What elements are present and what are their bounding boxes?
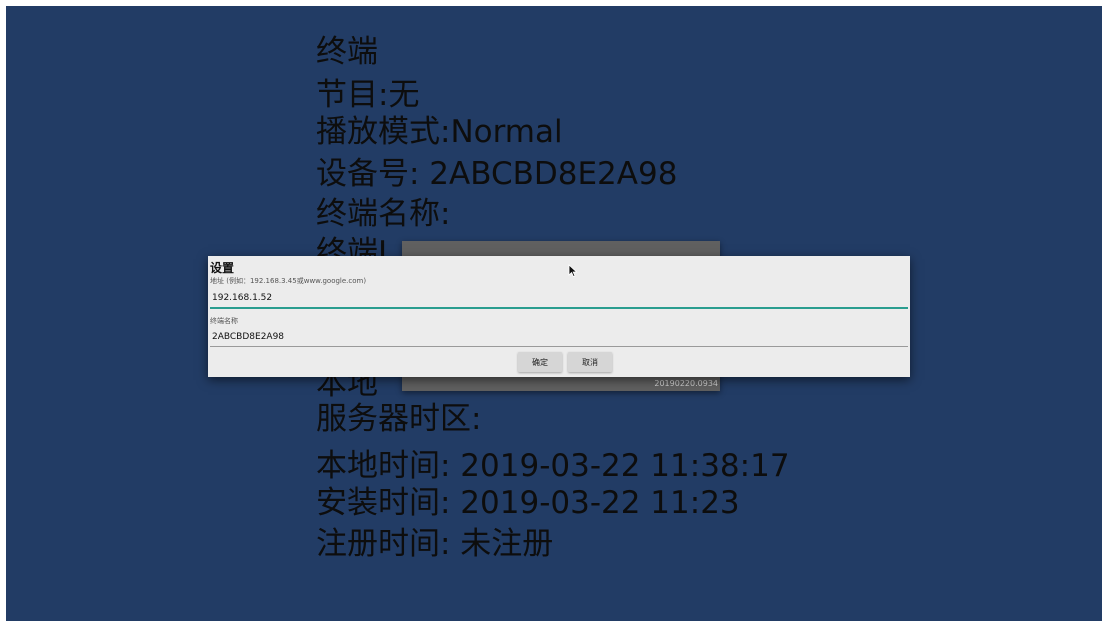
mouse-pointer-icon [568, 264, 578, 278]
info-device-id: 设备号: 2ABCBD8E2A98 [316, 156, 678, 192]
cancel-button[interactable]: 取消 [568, 352, 612, 372]
version-text: 20190220.0934 [654, 379, 718, 388]
screen: 终端 节目:无 播放模式:Normal 设备号: 2ABCBD8E2A98 终端… [6, 6, 1102, 621]
info-register-time: 注册时间: 未注册 [316, 526, 554, 562]
dialog-title: 设置 [210, 261, 235, 275]
terminal-name-input[interactable] [210, 329, 911, 345]
info-terminal-name: 终端名称: [316, 196, 451, 232]
info-install-time: 安装时间: 2019-03-22 11:23 [316, 485, 740, 521]
terminal-name-label: 终端名称 [210, 317, 238, 325]
info-local-time: 本地时间: 2019-03-22 11:38:17 [316, 448, 790, 484]
confirm-button[interactable]: 确定 [518, 352, 562, 372]
info-program: 节目:无 [316, 77, 420, 113]
address-label: 地址 (例如：192.168.3.45或www.google.com) [210, 277, 367, 285]
info-server-timezone: 服务器时区: [316, 401, 482, 437]
address-input[interactable] [210, 290, 911, 306]
terminal-name-underline [210, 346, 908, 347]
settings-dialog: 设置 地址 (例如：192.168.3.45或www.google.com) 终… [208, 256, 911, 377]
info-terminal-heading: 终端 [316, 34, 378, 70]
info-play-mode: 播放模式:Normal [316, 114, 563, 150]
address-underline [210, 307, 908, 309]
